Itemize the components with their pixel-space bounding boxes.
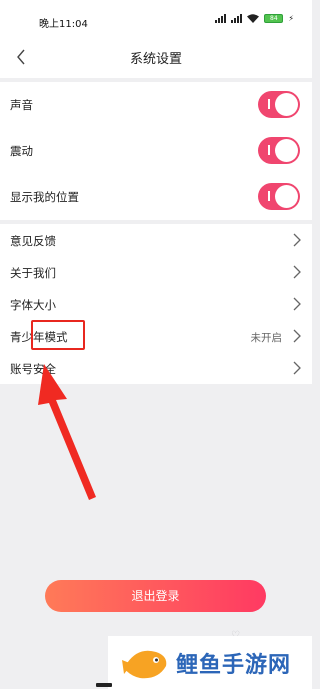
charging-icon: ⚡	[288, 14, 294, 23]
chevron-right-icon	[293, 233, 301, 247]
chevron-right-icon	[293, 361, 301, 375]
menu-item-label: 关于我们	[10, 266, 56, 280]
signal-icon	[215, 14, 227, 23]
menu-item-label: 意见反馈	[10, 234, 56, 248]
menu-item-label: 字体大小	[10, 298, 56, 312]
signal-icon-2	[231, 14, 243, 23]
toggle-settings-group: 声音 震动 显示我的位置	[0, 82, 312, 220]
chevron-right-icon	[293, 329, 301, 343]
sound-toggle[interactable]	[258, 91, 300, 118]
watermark: 鲤鱼手游网	[108, 636, 312, 689]
page-title: 系统设置	[129, 52, 182, 67]
status-bar: 晚上11:04 84 ⚡	[0, 0, 312, 36]
vibration-toggle[interactable]	[258, 137, 300, 164]
battery-icon: 84	[264, 14, 284, 23]
setting-label: 声音	[10, 98, 33, 112]
menu-item-account-security[interactable]: 账号安全	[0, 352, 312, 384]
logout-button[interactable]: 退出登录	[45, 580, 266, 612]
watermark-text: 鲤鱼手游网	[176, 653, 292, 678]
setting-label: 震动	[10, 144, 33, 158]
chevron-right-icon	[293, 297, 301, 311]
status-icons: 84 ⚡	[215, 14, 294, 23]
youth-mode-status: 未开启	[250, 332, 283, 344]
nav-bar: 系统设置	[0, 36, 312, 78]
setting-row-vibration: 震动	[0, 128, 312, 174]
setting-row-sound: 声音	[0, 82, 312, 128]
annotation-highlight-box	[31, 320, 85, 350]
menu-item-font-size[interactable]: 字体大小	[0, 288, 312, 320]
location-toggle[interactable]	[258, 183, 300, 210]
wifi-icon	[247, 14, 260, 23]
menu-item-feedback[interactable]: 意见反馈	[0, 224, 312, 256]
home-indicator	[96, 683, 112, 687]
carp-logo-icon	[122, 650, 167, 679]
menu-item-label: 账号安全	[10, 362, 56, 376]
chevron-right-icon	[293, 265, 301, 279]
status-time: 晚上11:04	[39, 19, 88, 30]
menu-group: 意见反馈 关于我们 字体大小 青少年模式 未开启 账号安全	[0, 224, 312, 384]
setting-label: 显示我的位置	[10, 190, 79, 204]
menu-item-about[interactable]: 关于我们	[0, 256, 312, 288]
setting-row-location: 显示我的位置	[0, 174, 312, 220]
